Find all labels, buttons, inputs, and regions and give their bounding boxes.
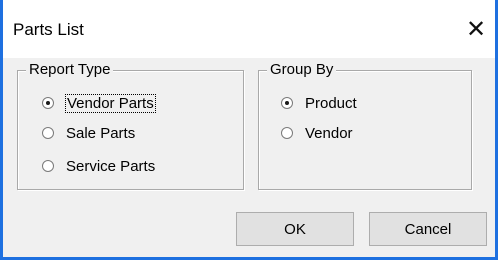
title-bar[interactable]: Parts List ✕ — [3, 0, 495, 58]
radio-selected-dot — [285, 101, 289, 105]
radio-selected-dot — [46, 101, 50, 105]
radio-button-icon[interactable] — [42, 160, 54, 172]
radio-vendor[interactable]: Vendor — [281, 122, 353, 144]
cancel-button[interactable]: Cancel — [369, 212, 487, 246]
radio-label-sale-parts: Sale Parts — [66, 124, 136, 142]
ok-button[interactable]: OK — [236, 212, 354, 246]
radio-button-icon[interactable] — [42, 127, 54, 139]
radio-button-icon[interactable] — [281, 127, 293, 139]
radio-label-vendor: Vendor — [305, 124, 353, 142]
radio-label-service-parts: Service Parts — [66, 157, 156, 175]
group-by-group: Group By Product Vendor — [258, 61, 472, 190]
close-icon[interactable]: ✕ — [461, 14, 491, 44]
radio-button-icon[interactable] — [281, 97, 293, 109]
parts-list-dialog: Parts List ✕ Report Type Vendor Parts Sa… — [0, 0, 498, 260]
radio-label-vendor-parts: Vendor Parts — [65, 93, 156, 113]
group-by-legend: Group By — [267, 61, 337, 79]
report-type-legend: Report Type — [26, 61, 114, 79]
radio-service-parts[interactable]: Service Parts — [42, 155, 155, 177]
radio-sale-parts[interactable]: Sale Parts — [42, 122, 135, 144]
radio-vendor-parts[interactable]: Vendor Parts — [42, 92, 156, 114]
radio-label-product: Product — [305, 94, 357, 112]
radio-product[interactable]: Product — [281, 92, 357, 114]
report-type-group: Report Type Vendor Parts Sale Parts Serv… — [17, 61, 244, 190]
window-title: Parts List — [13, 20, 84, 39]
radio-button-icon[interactable] — [42, 97, 54, 109]
